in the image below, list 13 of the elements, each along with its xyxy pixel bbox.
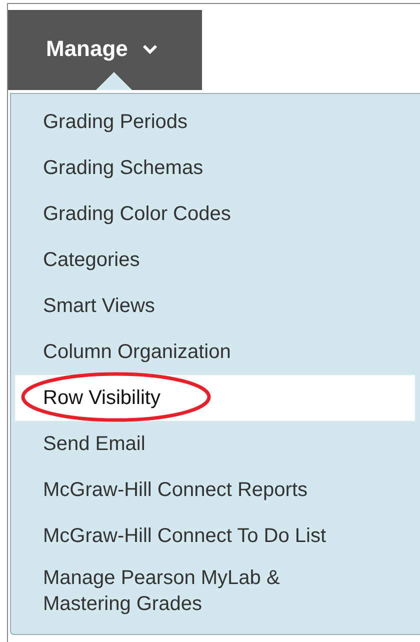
menu-item[interactable]: Categories bbox=[15, 237, 373, 283]
manage-menu-button[interactable]: Manage bbox=[8, 10, 202, 90]
menu-item[interactable]: McGraw-Hill Connect To Do List bbox=[15, 513, 373, 559]
menu-item[interactable]: Grading Color Codes bbox=[15, 191, 373, 237]
menu-item[interactable]: Column Organization bbox=[15, 329, 373, 375]
menu-item[interactable]: Smart Views bbox=[15, 283, 373, 329]
menu-item[interactable]: Send Email bbox=[15, 421, 373, 467]
menu-item[interactable]: McGraw-Hill Connect Reports bbox=[15, 467, 373, 513]
menu-item[interactable]: Grading Periods bbox=[15, 99, 373, 145]
chevron-down-icon bbox=[142, 44, 158, 54]
menu-item[interactable]: Grading Schemas bbox=[15, 145, 373, 191]
menu-item[interactable]: Row Visibility bbox=[15, 375, 415, 421]
menu-item[interactable]: Manage Pearson MyLab & Mastering Grades bbox=[15, 559, 345, 623]
